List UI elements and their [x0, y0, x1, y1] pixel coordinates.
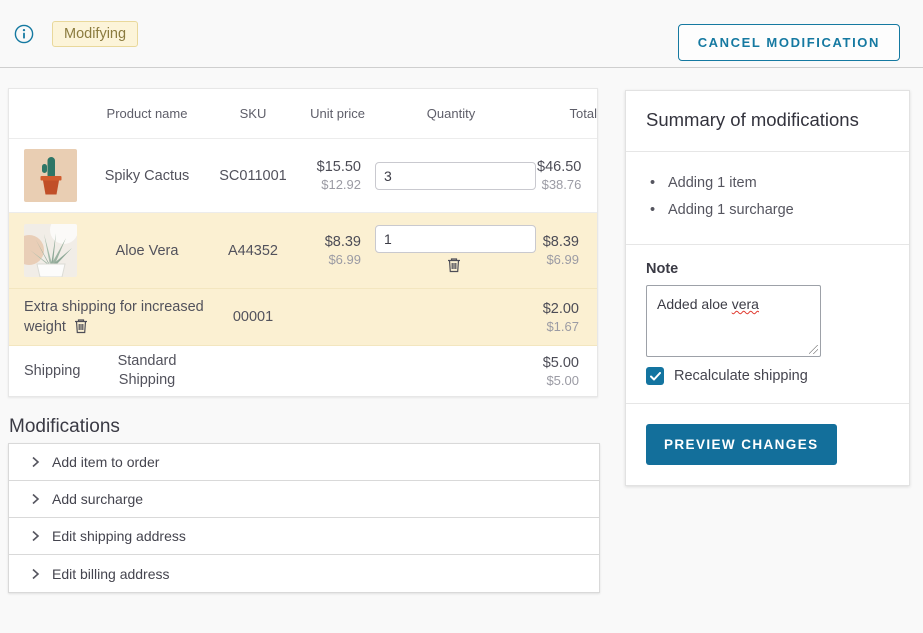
column-header-unit-price: Unit price — [310, 100, 365, 127]
column-header-product-name: Product name — [77, 100, 217, 127]
remove-item-button[interactable] — [447, 257, 461, 276]
note-textarea[interactable]: Added aloe vera — [646, 285, 821, 357]
row-total-secondary: $5.00 — [537, 373, 579, 388]
accordion-item-label: Add item to order — [52, 454, 159, 470]
status-badge: Modifying — [52, 21, 138, 47]
surcharge-sku: 00001 — [217, 309, 289, 325]
order-items-table: Product name SKU Unit price Quantity Tot… — [8, 88, 598, 397]
table-row-aloe-vera: Aloe Vera A44352 $8.39 $6.99 $8.39 $6.99 — [9, 213, 597, 289]
textarea-resize-handle[interactable] — [809, 345, 818, 354]
table-row-spiky-cactus: Spiky Cactus SC011001 $15.50 $12.92 $46.… — [9, 139, 597, 213]
surcharge-label: Extra shipping for increased weight — [24, 299, 204, 335]
chevron-right-icon — [31, 530, 40, 542]
shipping-row-label: Shipping — [9, 363, 77, 379]
table-row-shipping: Shipping Standard Shipping $5.00 $5.00 — [9, 346, 597, 396]
quantity-input-spiky-cactus[interactable] — [375, 162, 536, 190]
chevron-right-icon — [31, 456, 40, 468]
checkbox-checked-icon[interactable] — [646, 367, 664, 385]
table-header-row: Product name SKU Unit price Quantity Tot… — [9, 89, 597, 139]
recalculate-shipping-checkbox-row[interactable]: Recalculate shipping — [646, 367, 889, 385]
modifications-heading: Modifications — [9, 416, 120, 438]
summary-of-modifications-panel: Summary of modifications Adding 1 item A… — [625, 90, 910, 486]
column-header-quantity: Quantity — [365, 100, 537, 127]
product-sku: A44352 — [217, 243, 289, 259]
summary-bullet-list: Adding 1 item Adding 1 surcharge — [646, 168, 889, 228]
chevron-right-icon — [31, 568, 40, 580]
spiky-cactus-photo — [24, 149, 77, 202]
row-total: $8.39 — [537, 234, 579, 250]
recalculate-shipping-label: Recalculate shipping — [674, 368, 808, 384]
product-name: Aloe Vera — [77, 243, 217, 259]
modification-status-bar: Modifying CANCEL MODIFICATION — [0, 0, 923, 68]
remove-surcharge-button[interactable] — [74, 318, 88, 337]
unit-price-secondary: $6.99 — [289, 252, 361, 267]
accordion-item-label: Add surcharge — [52, 491, 143, 507]
trash-icon — [74, 318, 88, 334]
row-total: $2.00 — [537, 301, 579, 317]
unit-price-secondary: $12.92 — [289, 177, 361, 192]
row-total-secondary: $6.99 — [537, 252, 579, 267]
info-icon[interactable] — [14, 24, 34, 44]
table-row-surcharge: Extra shipping for increased weight 0000… — [9, 289, 597, 346]
chevron-right-icon — [31, 493, 40, 505]
unit-price: $15.50 — [289, 159, 361, 175]
column-header-total: Total — [537, 100, 597, 127]
accordion-add-surcharge[interactable]: Add surcharge — [9, 481, 599, 518]
aloe-vera-photo — [24, 224, 77, 277]
trash-icon — [447, 257, 461, 273]
summary-bullet: Adding 1 surcharge — [646, 197, 889, 224]
quantity-input-aloe-vera[interactable] — [375, 225, 536, 253]
product-sku: SC011001 — [217, 168, 289, 184]
note-text: Added aloe — [657, 296, 732, 312]
accordion-item-label: Edit shipping address — [52, 528, 186, 544]
accordion-edit-billing-address[interactable]: Edit billing address — [9, 555, 599, 592]
cancel-modification-button[interactable]: CANCEL MODIFICATION — [678, 24, 900, 61]
summary-bullet: Adding 1 item — [646, 170, 889, 197]
shipping-method: Standard Shipping — [92, 352, 202, 390]
modifications-accordion: Add item to order Add surcharge Edit shi… — [8, 443, 600, 593]
accordion-edit-shipping-address[interactable]: Edit shipping address — [9, 518, 599, 555]
accordion-item-label: Edit billing address — [52, 566, 170, 582]
row-total: $5.00 — [537, 355, 579, 371]
note-text-misspelled: vera — [732, 296, 759, 312]
preview-changes-button[interactable]: PREVIEW CHANGES — [646, 424, 837, 465]
row-total: $46.50 — [537, 159, 581, 175]
unit-price: $8.39 — [289, 234, 361, 250]
row-total-secondary: $1.67 — [537, 319, 579, 334]
column-header-sku: SKU — [217, 100, 289, 127]
row-total-secondary: $38.76 — [537, 177, 581, 192]
note-label: Note — [646, 261, 889, 277]
summary-title: Summary of modifications — [646, 107, 889, 135]
accordion-add-item-to-order[interactable]: Add item to order — [9, 444, 599, 481]
product-name: Spiky Cactus — [77, 168, 217, 184]
